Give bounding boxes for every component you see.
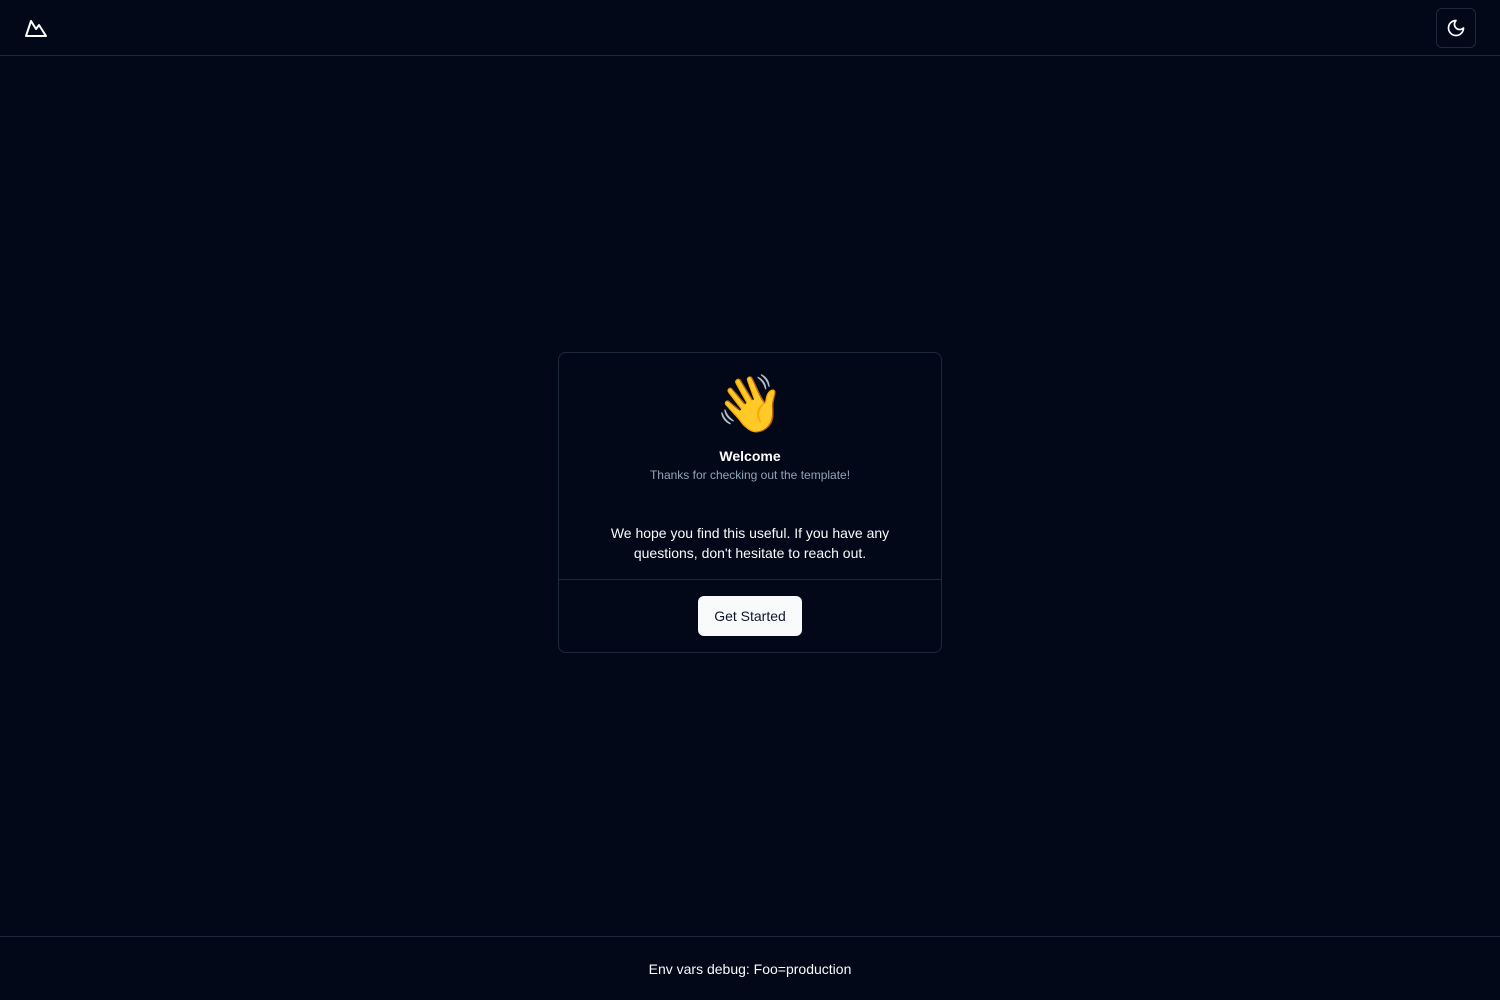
card-body-text: We hope you find this useful. If you hav…: [610, 524, 890, 561]
top-navbar: [0, 0, 1500, 56]
env-debug-text: Env vars debug: Foo=production: [648, 960, 852, 977]
welcome-card: 👋 Welcome Thanks for checking out the te…: [558, 351, 942, 653]
theme-toggle-button[interactable]: [1436, 7, 1476, 48]
main-content: 👋 Welcome Thanks for checking out the te…: [0, 56, 1500, 936]
page-footer: Env vars debug: Foo=production: [0, 936, 1500, 1000]
card-footer: Get Started: [559, 578, 941, 652]
mountain-logo-icon[interactable]: [24, 16, 48, 40]
moon-icon: [1446, 18, 1466, 38]
card-title: Welcome: [719, 447, 781, 464]
card-subtitle: Thanks for checking out the template!: [649, 467, 851, 482]
get-started-button[interactable]: Get Started: [698, 595, 802, 636]
waving-hand-icon: 👋: [715, 371, 785, 437]
card-header: 👋 Welcome Thanks for checking out the te…: [559, 353, 941, 499]
